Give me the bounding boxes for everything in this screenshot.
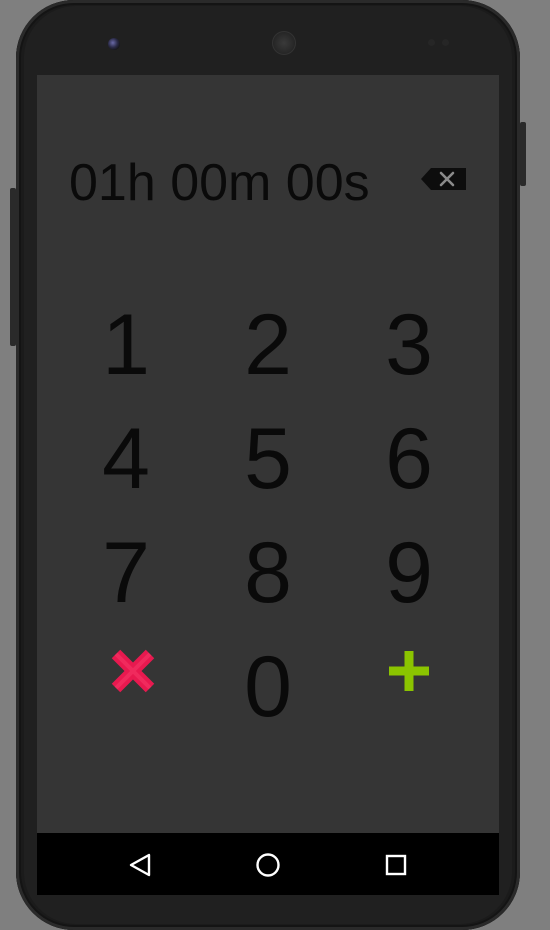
key-0[interactable]: 0 <box>208 632 328 742</box>
key-1[interactable]: 1 <box>66 290 186 400</box>
key-6[interactable]: 6 <box>349 404 469 514</box>
key-5[interactable]: 5 <box>208 404 328 514</box>
cancel-x-icon <box>111 649 155 693</box>
timer-display: 01h 00m 00s <box>69 154 370 212</box>
home-circle-icon <box>256 853 280 877</box>
cancel-button[interactable] <box>73 616 193 726</box>
backspace-icon <box>421 168 466 190</box>
key-4[interactable]: 4 <box>66 404 186 514</box>
recents-square-icon <box>385 854 407 876</box>
app-screen: 01h 00m 00s 1 2 3 4 5 6 7 8 9 0 <box>37 75 499 833</box>
nav-recents-button[interactable] <box>383 852 409 878</box>
front-camera <box>108 38 120 50</box>
earpiece-speaker <box>272 31 296 55</box>
navigation-bar <box>37 833 499 895</box>
proximity-sensor <box>428 39 435 46</box>
power-button <box>520 122 526 186</box>
add-button[interactable] <box>349 616 469 726</box>
backspace-button[interactable] <box>420 167 468 191</box>
back-triangle-icon <box>129 853 151 877</box>
key-2[interactable]: 2 <box>208 290 328 400</box>
nav-back-button[interactable] <box>127 852 153 878</box>
key-9[interactable]: 9 <box>349 518 469 628</box>
key-3[interactable]: 3 <box>349 290 469 400</box>
light-sensor <box>442 39 449 46</box>
add-plus-icon <box>389 651 429 691</box>
key-7[interactable]: 7 <box>66 518 186 628</box>
key-8[interactable]: 8 <box>208 518 328 628</box>
nav-home-button[interactable] <box>255 852 281 878</box>
